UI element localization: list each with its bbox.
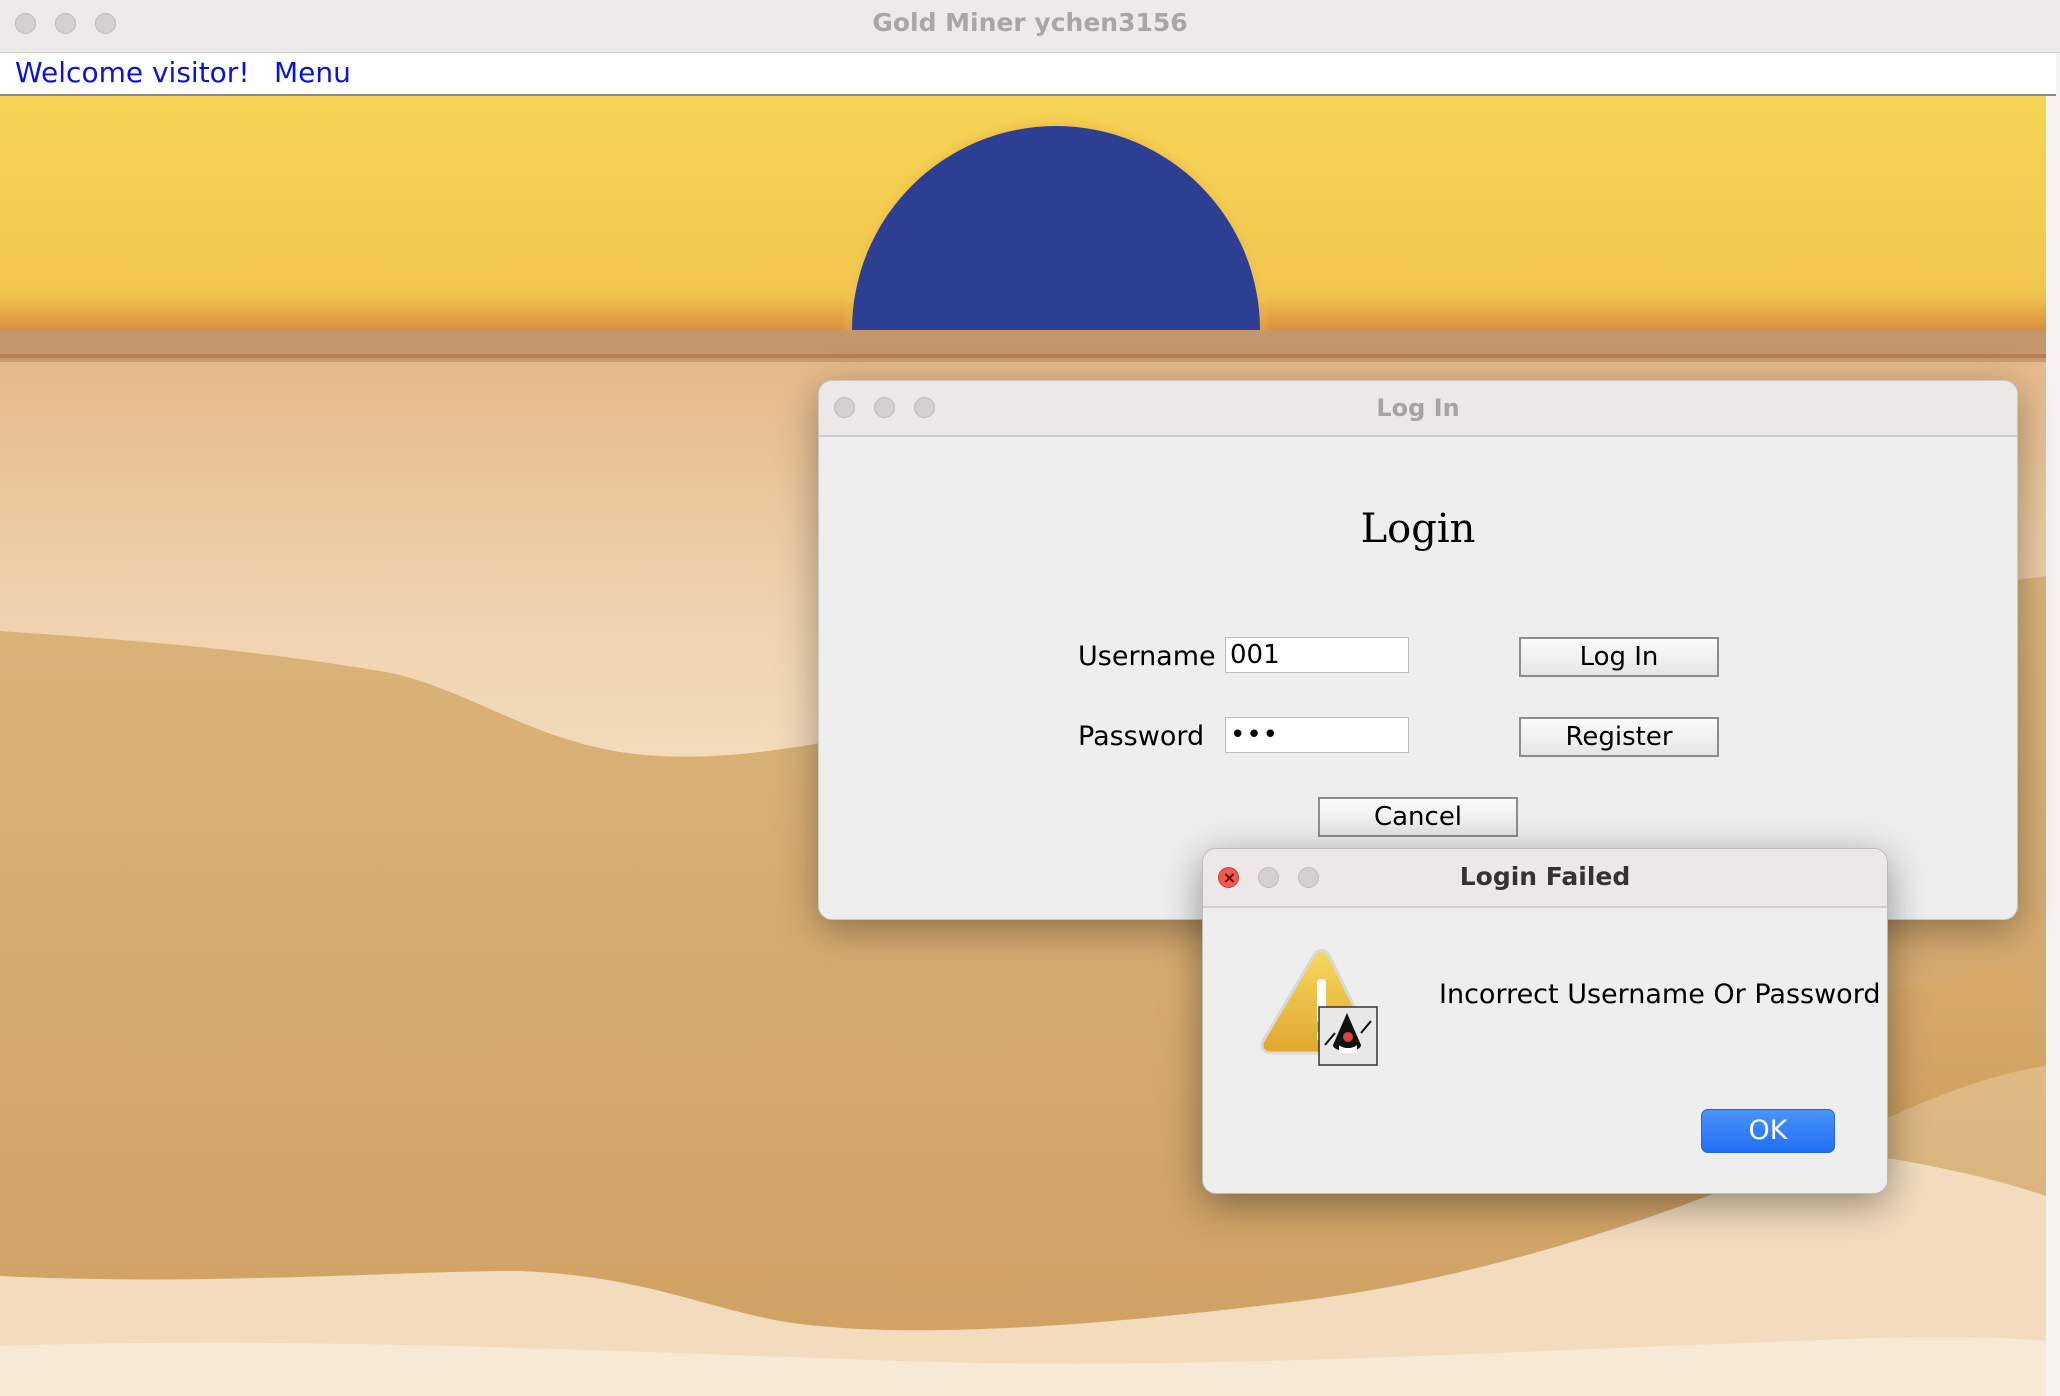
- window-right-edge: [2046, 96, 2060, 1396]
- cancel-button[interactable]: Cancel: [1318, 797, 1518, 837]
- ok-button[interactable]: OK: [1701, 1109, 1835, 1153]
- login-failed-title: Login Failed: [1459, 862, 1631, 891]
- log-in-button[interactable]: Log In: [1519, 637, 1719, 677]
- welcome-menu[interactable]: Welcome visitor!: [15, 56, 250, 89]
- menu-menu[interactable]: Menu: [274, 56, 351, 89]
- main-titlebar: Gold Miner ychen3156: [0, 0, 2060, 53]
- login-heading: Login: [1360, 506, 1476, 552]
- password-field[interactable]: •••: [1225, 717, 1409, 753]
- login-dialog-titlebar: Log In: [819, 381, 2017, 437]
- window-title: Gold Miner ychen3156: [872, 8, 1188, 37]
- register-button[interactable]: Register: [1519, 717, 1719, 757]
- login-failed-dialog: × Login Failed Incorrect Username Or Pas…: [1202, 848, 1888, 1194]
- error-message: Incorrect Username Or Password: [1439, 979, 1881, 1010]
- login-failed-titlebar: × Login Failed: [1203, 849, 1887, 908]
- username-field[interactable]: 001: [1225, 637, 1409, 673]
- login-dialog-title: Log In: [1376, 394, 1460, 422]
- login-dialog: Log In Login Username 001 Password ••• L…: [818, 380, 2018, 920]
- warning-java-icon: [1260, 949, 1378, 1066]
- username-label: Username: [1078, 641, 1216, 672]
- password-label: Password: [1078, 721, 1205, 752]
- menubar: Welcome visitor! Menu: [0, 53, 2056, 96]
